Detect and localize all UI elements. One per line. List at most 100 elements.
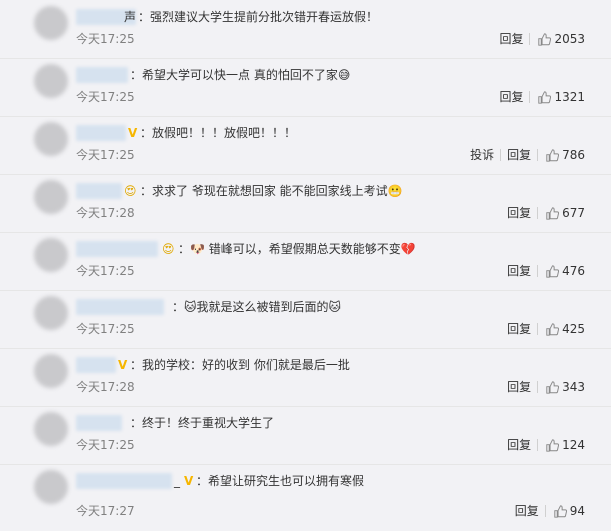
avatar[interactable] — [34, 296, 68, 330]
comment-actions: 回复 343 — [501, 378, 585, 396]
comment-body: 希望让研究生也可以拥有寒假 — [208, 474, 365, 488]
comment-row: ：🐱我就是这么被错到后面的🐱 今天17:25 回复 425 — [0, 290, 611, 349]
comment-row: ：希望大学可以快一点 真的怕回不了家😅 今天17:25 回复 1321 — [0, 58, 611, 117]
reply-button[interactable]: 回复 — [501, 146, 537, 164]
verified-badge: V — [128, 126, 138, 140]
avatar[interactable] — [34, 122, 68, 156]
comment-text: ：我的学校：好的收到 你们就是最后一批 — [130, 358, 350, 372]
comment-row: ：终于！终于重视大学生了 今天17:25 回复 124 — [0, 406, 611, 465]
reply-button[interactable]: 回复 — [509, 502, 545, 520]
like-button[interactable]: 94 — [546, 502, 585, 520]
comment-text: ：放假吧！！！放假吧！！！ — [140, 126, 297, 140]
comment-body: 希望大学可以快一点 真的怕回不了家 — [142, 68, 338, 82]
username-blurred[interactable] — [76, 473, 172, 489]
comment-time: 今天17:25 — [76, 90, 135, 104]
comment-time: 今天17:27 — [76, 504, 135, 518]
thumbs-up-icon — [538, 32, 552, 46]
username-blurred[interactable] — [76, 125, 126, 141]
like-count: 124 — [562, 438, 585, 452]
comment-text: ：强烈建议大学生提前分批次错开春运放假！ — [138, 10, 379, 24]
like-button[interactable]: 124 — [538, 436, 585, 454]
like-count: 1321 — [554, 90, 585, 104]
like-button[interactable]: 425 — [538, 320, 585, 338]
like-count: 786 — [562, 148, 585, 162]
username-suffix: 声 — [124, 10, 137, 24]
comment-actions: 回复 2053 — [493, 30, 585, 48]
comment-body: 终于！终于重视大学生了 — [142, 416, 275, 430]
like-button[interactable]: 2053 — [530, 30, 585, 48]
like-count: 425 — [562, 322, 585, 336]
thumbs-up-icon — [546, 380, 560, 394]
username-blurred[interactable] — [76, 299, 164, 315]
reply-button[interactable]: 回复 — [501, 378, 537, 396]
reply-button[interactable]: 回复 — [501, 436, 537, 454]
like-button[interactable]: 677 — [538, 204, 585, 222]
comment-body: 求求了 爷现在就想回家 能不能回家线上考试 — [152, 184, 388, 198]
broken-heart-emoji: 💔 — [400, 242, 416, 256]
thumbs-up-icon — [546, 438, 560, 452]
comment-actions: 回复 94 — [509, 502, 585, 520]
sweat-smile-emoji: 😅 — [337, 68, 351, 82]
cat-emoji: 🐱 — [184, 300, 197, 314]
comment-text: ：希望让研究生也可以拥有寒假 — [196, 474, 365, 488]
comment-actions: 回复 124 — [501, 436, 585, 454]
username-blurred[interactable] — [76, 415, 122, 431]
comment-time: 今天17:25 — [76, 148, 135, 162]
like-button[interactable]: 476 — [538, 262, 585, 280]
comment-actions: 回复 425 — [501, 320, 585, 338]
like-button[interactable]: 786 — [538, 146, 585, 164]
username-blurred[interactable] — [76, 357, 116, 373]
reply-button[interactable]: 回复 — [493, 30, 529, 48]
cat-emoji: 🐱 — [328, 300, 342, 314]
emoji-badge: 😍 — [162, 242, 175, 256]
avatar[interactable] — [34, 180, 68, 214]
avatar[interactable] — [34, 6, 68, 40]
avatar[interactable] — [34, 470, 68, 504]
comment-time: 今天17:25 — [76, 32, 135, 46]
grimace-emoji: 😬 — [387, 184, 403, 198]
thumbs-up-icon — [546, 148, 560, 162]
reply-button[interactable]: 回复 — [493, 88, 529, 106]
comment-time: 今天17:28 — [76, 380, 135, 394]
comment-body: 我就是这么被错到后面的 — [196, 300, 329, 314]
avatar[interactable] — [34, 64, 68, 98]
comment-text: ：求求了 爷现在就想回家 能不能回家线上考试😬 — [140, 184, 403, 198]
comment-actions: 回复 1321 — [493, 88, 585, 106]
comment-actions: 回复 677 — [501, 204, 585, 222]
like-count: 94 — [569, 504, 585, 518]
thumbs-up-icon — [546, 264, 560, 278]
username-blurred[interactable] — [76, 67, 128, 83]
comment-row: 😍 ：求求了 爷现在就想回家 能不能回家线上考试😬 今天17:28 回复 677 — [0, 174, 611, 233]
comment-list: 声 ：强烈建议大学生提前分批次错开春运放假！ 今天17:25 回复 2053 ：… — [0, 0, 611, 531]
reply-button[interactable]: 回复 — [501, 262, 537, 280]
report-button[interactable]: 投诉 — [464, 146, 500, 164]
avatar[interactable] — [34, 238, 68, 272]
comment-time: 今天17:25 — [76, 438, 135, 452]
avatar[interactable] — [34, 412, 68, 446]
verified-badge: V — [184, 474, 194, 488]
comment-text: ：希望大学可以快一点 真的怕回不了家😅 — [130, 68, 351, 82]
comment-time: 今天17:25 — [76, 264, 135, 278]
like-button[interactable]: 343 — [538, 378, 585, 396]
like-count: 343 — [562, 380, 585, 394]
like-count: 677 — [562, 206, 585, 220]
comment-text: ：🐶 错峰可以，希望假期总天数能够不变💔 — [178, 242, 416, 256]
reply-button[interactable]: 回复 — [501, 204, 537, 222]
username-blurred[interactable] — [76, 241, 158, 257]
username-blurred[interactable] — [76, 183, 122, 199]
comment-time: 今天17:28 — [76, 206, 135, 220]
comment-body: 我的学校：好的收到 你们就是最后一批 — [142, 358, 350, 372]
comment-row: 声 ：强烈建议大学生提前分批次错开春运放假！ 今天17:25 回复 2053 — [0, 0, 611, 59]
username-suffix: _ — [174, 474, 180, 488]
dog-emoji: 🐶 — [190, 242, 205, 256]
reply-button[interactable]: 回复 — [501, 320, 537, 338]
comment-actions: 回复 476 — [501, 262, 585, 280]
like-button[interactable]: 1321 — [530, 88, 585, 106]
thumbs-up-icon — [554, 504, 567, 518]
like-count: 2053 — [554, 32, 585, 46]
like-count: 476 — [562, 264, 585, 278]
comment-actions: 投诉 回复 786 — [464, 146, 585, 164]
thumbs-up-icon — [546, 322, 560, 336]
comment-time: 今天17:25 — [76, 322, 135, 336]
avatar[interactable] — [34, 354, 68, 388]
